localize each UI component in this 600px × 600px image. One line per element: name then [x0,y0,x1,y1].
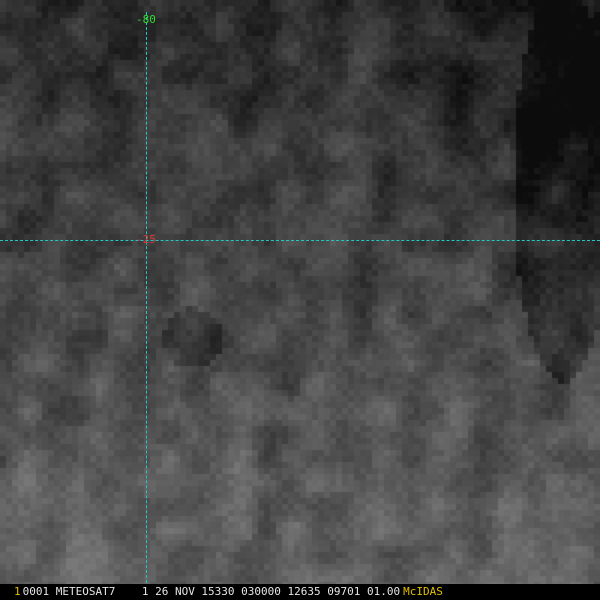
satellite-image [0,0,600,600]
latitude-label: -25 [136,233,156,246]
image-info-text: 0001 METEOSAT7 1 26 NOV 15330 030000 126… [22,585,401,598]
mcidas-brand: McIDAS [403,585,443,598]
satellite-viewport: -80 -25 1 0001 METEOSAT7 1 26 NOV 15330 0… [0,0,600,600]
status-bar: 1 0001 METEOSAT7 1 26 NOV 15330 030000 12… [0,584,600,600]
longitude-label: -80 [136,13,156,26]
frame-number: 1 [14,585,21,598]
